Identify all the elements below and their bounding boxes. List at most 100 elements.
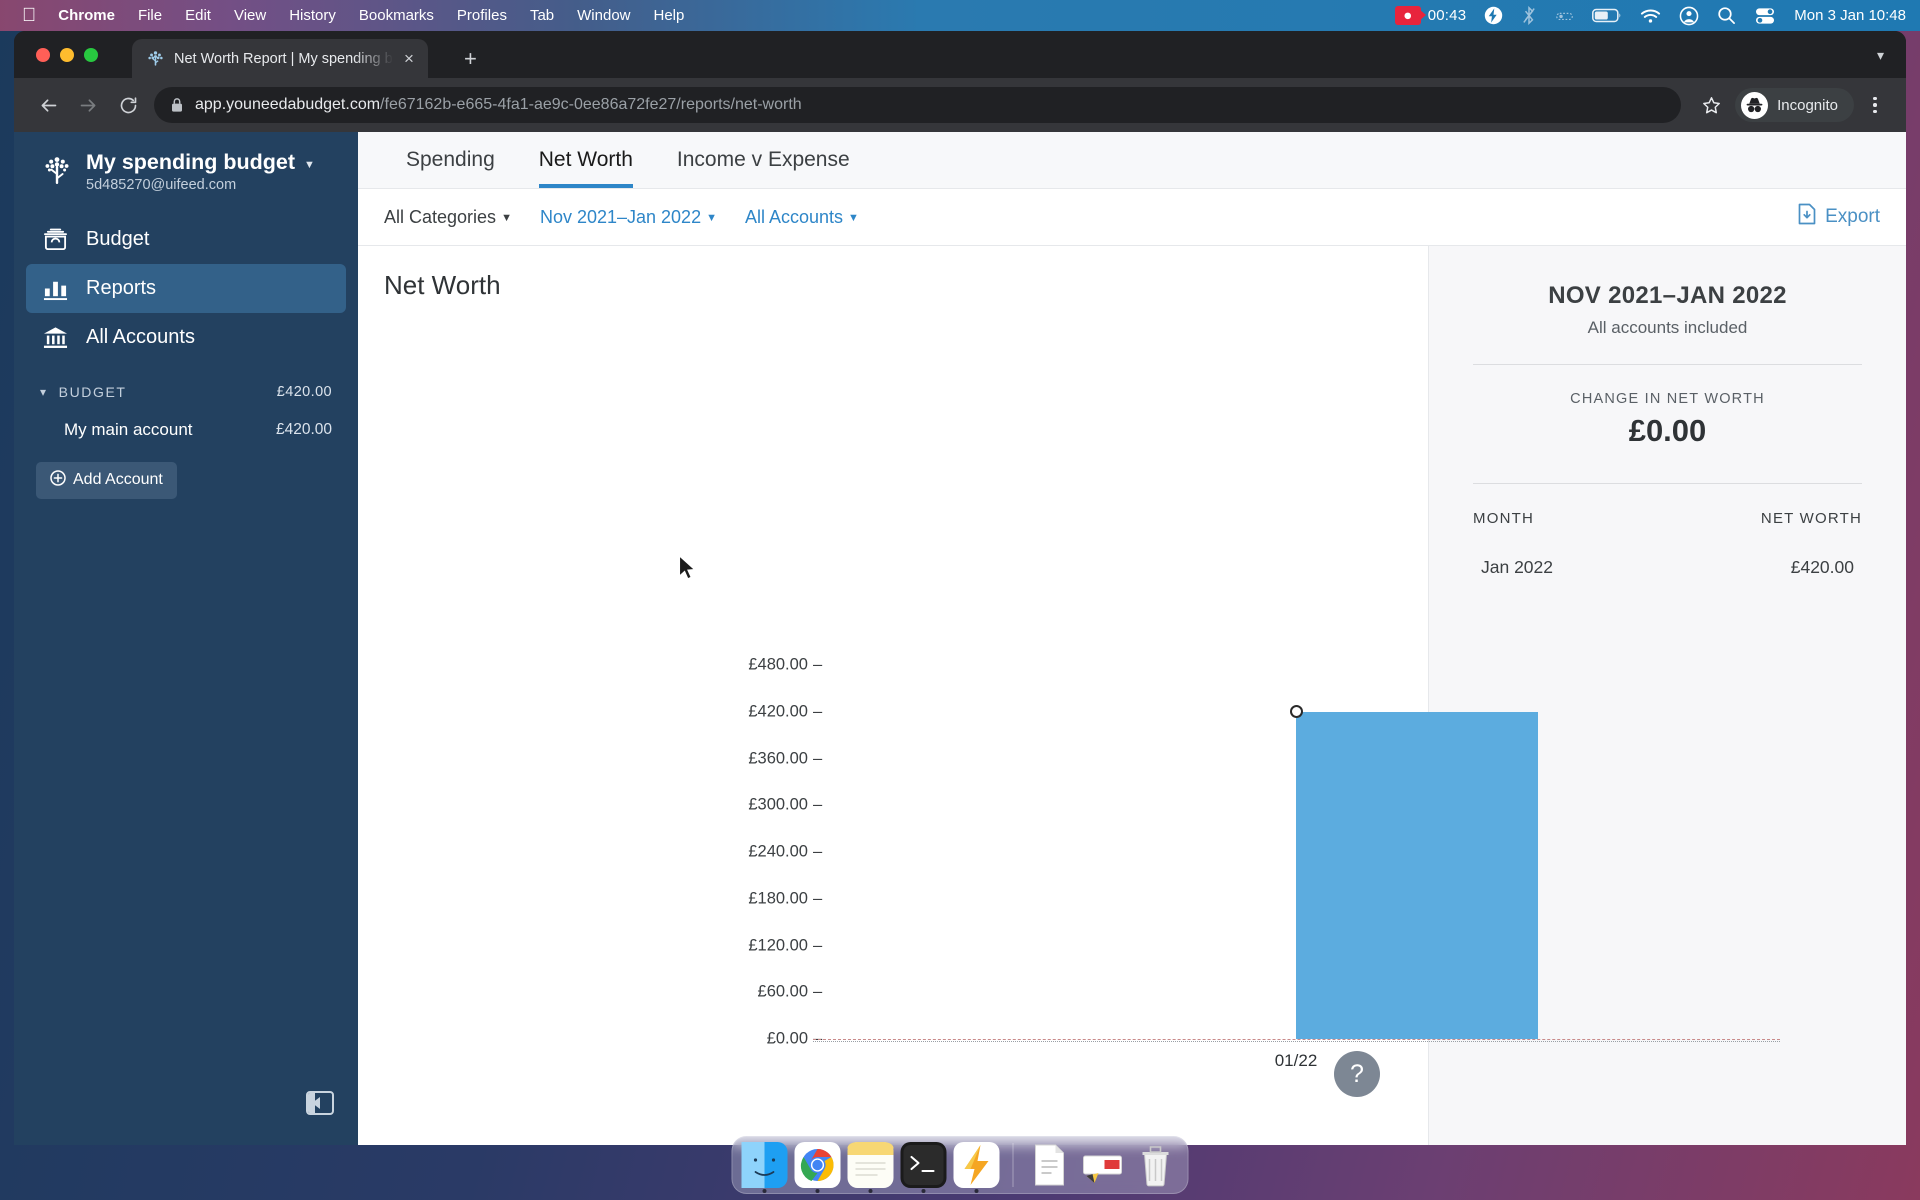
y-axis-tick-label: £480.00 (748, 655, 808, 674)
search-icon[interactable] (1717, 6, 1736, 25)
change-in-net-worth-label: CHANGE IN NET WORTH (1570, 391, 1765, 407)
lock-icon (170, 97, 184, 113)
trash-icon[interactable] (1133, 1142, 1179, 1188)
filter-all-accounts[interactable]: All Accounts ▼ (745, 207, 859, 228)
screen-recording-indicator[interactable]: ⏺ 00:43 (1394, 6, 1467, 25)
report-content: Spending Net Worth Income v Expense All … (358, 132, 1906, 1145)
sidebar-item-label: Budget (86, 227, 150, 250)
menu-item-history[interactable]: History (289, 7, 336, 24)
star-icon[interactable] (1691, 85, 1731, 125)
macos-menu-bar:  Chrome File Edit View History Bookmark… (0, 0, 1920, 31)
filter-all-categories[interactable]: All Categories ▼ (384, 207, 512, 228)
web-page: My spending budget ▼ 5d485270@uifeed.com… (14, 132, 1906, 1145)
menu-item-window[interactable]: Window (577, 7, 630, 24)
close-tab-button[interactable]: × (398, 49, 420, 69)
tab-label: Spending (406, 148, 495, 171)
menu-item-tab[interactable]: Tab (530, 7, 554, 24)
back-arrow-icon[interactable] (28, 85, 68, 125)
zero-baseline (813, 1039, 1780, 1040)
browser-tab-strip: Net Worth Report | My spending budget × … (14, 31, 1906, 78)
menu-item-chrome[interactable]: Chrome (58, 7, 115, 24)
close-window-button[interactable] (36, 48, 50, 62)
caret-down-icon[interactable]: ▼ (304, 159, 315, 172)
y-axis-tick-label: £120.00 (748, 936, 808, 954)
sidebar-item-budget[interactable]: Budget (26, 215, 346, 264)
finder-icon[interactable] (741, 1142, 788, 1193)
control-center-icon[interactable] (1555, 9, 1574, 23)
account-icon[interactable] (1679, 6, 1699, 26)
budget-section-header[interactable]: ▾ BUDGET £420.00 (40, 384, 332, 400)
menu-item-profiles[interactable]: Profiles (457, 7, 507, 24)
data-point-marker[interactable] (1289, 705, 1303, 719)
control-center-toggles-icon[interactable] (1754, 7, 1776, 25)
row-net-worth: £420.00 (1790, 557, 1854, 577)
sidebar-item-all-accounts[interactable]: All Accounts (26, 313, 346, 362)
net-worth-chart: Net Worth £0.00– £60.00– £120.00– £180.00– £… (358, 246, 1780, 1145)
menu-bar-clock[interactable]: Mon 3 Jan 10:48 (1794, 7, 1906, 24)
table-row[interactable]: Jan 2022 £420.00 (1473, 557, 1862, 578)
mail-icon[interactable] (1080, 1142, 1126, 1188)
document-icon[interactable] (1027, 1142, 1073, 1188)
collapse-sidebar-icon[interactable] (306, 1091, 334, 1115)
kebab-menu-icon[interactable] (1858, 96, 1892, 114)
help-question-icon[interactable]: ? (1334, 1051, 1380, 1097)
bolt-app-icon[interactable] (953, 1142, 1000, 1193)
reports-bar-chart-icon (40, 276, 70, 301)
reload-icon[interactable] (108, 85, 148, 125)
sidebar-item-label: Reports (86, 276, 157, 299)
menu-item-bookmarks[interactable]: Bookmarks (359, 7, 434, 24)
sidebar-item-reports[interactable]: Reports (26, 263, 346, 313)
chrome-icon[interactable] (794, 1142, 841, 1193)
mouse-cursor (678, 555, 696, 580)
summary-table-header: MONTH NET WORTH (1473, 510, 1862, 527)
sidebar-account-row[interactable]: My main account £420.00 (64, 420, 332, 440)
new-tab-button[interactable]: + (464, 48, 477, 70)
tab-spending[interactable]: Spending (384, 132, 517, 188)
bluetooth-off-icon[interactable] (1521, 6, 1537, 25)
notes-icon[interactable] (847, 1142, 894, 1193)
maximize-window-button[interactable] (84, 48, 98, 62)
y-axis-tick-mark: – (813, 702, 823, 721)
incognito-profile-button[interactable]: Incognito (1735, 88, 1854, 122)
budget-switcher[interactable]: My spending budget ▼ 5d485270@uifeed.com (14, 132, 358, 193)
add-account-button[interactable]: Add Account (36, 461, 177, 499)
budget-icon (40, 227, 70, 252)
caret-down-icon: ▼ (848, 211, 859, 224)
filter-label: All Accounts (744, 206, 844, 227)
filter-date-range[interactable]: Nov 2021–Jan 2022 ▼ (540, 207, 717, 228)
menu-item-edit[interactable]: Edit (185, 7, 211, 24)
summary-period-title: NOV 2021–JAN 2022 (1548, 282, 1787, 309)
forward-arrow-icon[interactable] (68, 85, 108, 125)
minimize-window-button[interactable] (60, 48, 74, 62)
apple-logo-icon[interactable]:  (22, 6, 36, 25)
terminal-icon[interactable] (900, 1142, 947, 1193)
url-path: /fe67162b-e665-4fa1-ae9c-0ee86a72fe27/re… (380, 96, 802, 113)
browser-tab[interactable]: Net Worth Report | My spending budget × (132, 39, 428, 78)
menu-item-help[interactable]: Help (654, 7, 685, 24)
x-axis-tick-label: 01/22 (1274, 1051, 1318, 1070)
tab-net-worth[interactable]: Net Worth (517, 132, 655, 188)
tab-label: Net Worth (538, 148, 633, 171)
window-traffic-lights (36, 48, 98, 62)
address-bar[interactable]: app.youneedabudget.com/fe67162b-e665-4fa… (154, 87, 1682, 123)
app-sidebar: My spending budget ▼ 5d485270@uifeed.com… (14, 132, 358, 1145)
report-filter-bar: All Categories ▼ Nov 2021–Jan 2022 ▼ All A… (358, 189, 1906, 246)
budget-section-label: BUDGET (58, 383, 127, 400)
ynab-tree-icon (146, 49, 165, 68)
x-axis-line (813, 1041, 1780, 1042)
export-button[interactable]: Export (1797, 203, 1880, 231)
account-amount: £420.00 (275, 420, 332, 438)
chart-bar[interactable] (1296, 711, 1538, 1039)
caret-down-icon: ▼ (501, 211, 512, 224)
tab-income-v-expense[interactable]: Income v Expense (655, 132, 872, 188)
url-domain: app.youneedabudget.com (195, 96, 381, 113)
y-axis-tick-label: £0.00 (766, 1029, 808, 1048)
tab-search-chevron-down-icon[interactable]: ▾ (1877, 47, 1884, 64)
menu-item-file[interactable]: File (138, 7, 162, 24)
change-in-net-worth-value: £0.00 (1628, 413, 1707, 448)
battery-icon[interactable] (1592, 8, 1622, 23)
incognito-label: Incognito (1777, 96, 1838, 114)
wifi-icon[interactable] (1640, 8, 1661, 24)
bolt-icon[interactable] (1484, 6, 1503, 25)
menu-item-view[interactable]: View (234, 7, 266, 24)
